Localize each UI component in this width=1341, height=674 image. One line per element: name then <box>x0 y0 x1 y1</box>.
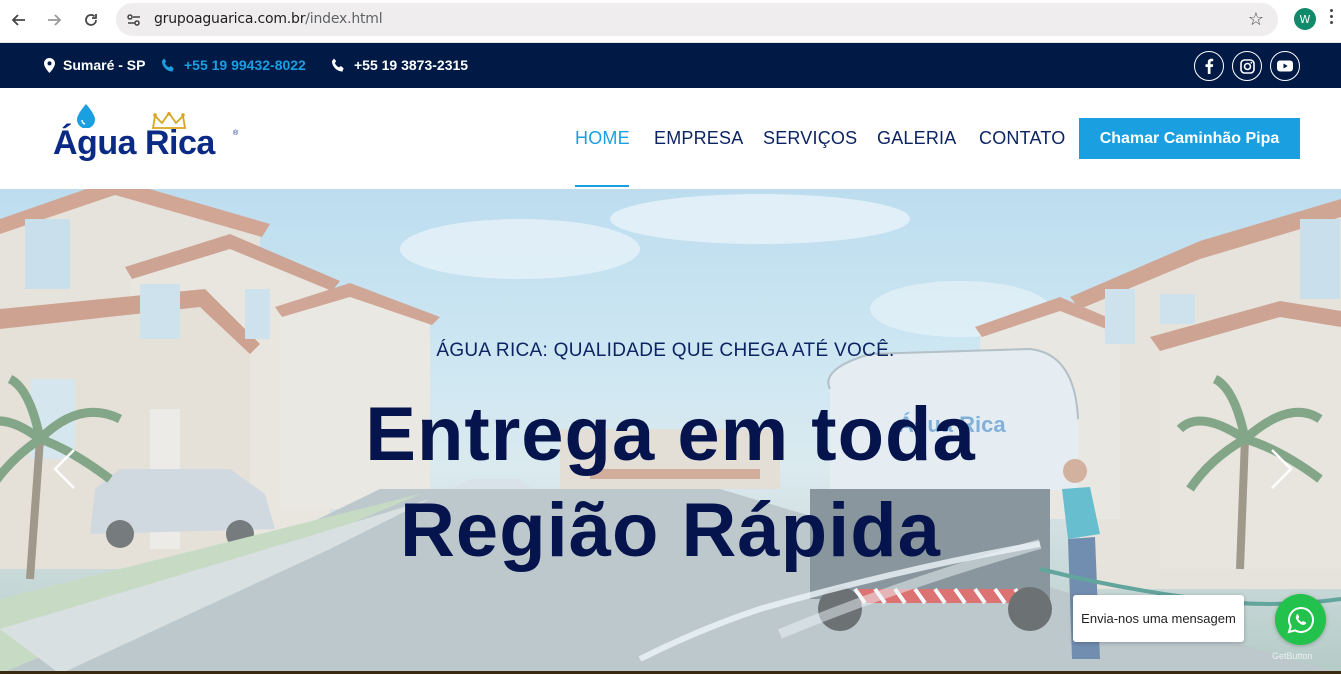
bookmark-star-icon[interactable]: ☆ <box>1248 9 1264 30</box>
url-text: grupoaguarica.com.br/index.html <box>154 11 383 27</box>
phone1-text: +55 19 99432-8022 <box>184 57 306 73</box>
map-pin-icon <box>44 57 55 73</box>
slider-prev-arrow-icon[interactable] <box>50 447 80 491</box>
nav-contato[interactable]: CONTATO <box>979 128 1065 149</box>
nav-home[interactable]: HOME <box>575 128 630 149</box>
call-truck-button[interactable]: Chamar Caminhão Pipa <box>1079 118 1300 159</box>
nav-servicos[interactable]: SERVIÇOS <box>763 128 857 149</box>
forward-icon[interactable] <box>41 7 67 33</box>
nav-galeria[interactable]: GALERIA <box>877 128 956 149</box>
active-nav-indicator <box>575 185 629 187</box>
phone-icon <box>161 58 174 72</box>
slider-next-arrow-icon[interactable] <box>1266 447 1296 491</box>
instagram-icon[interactable] <box>1232 51 1262 81</box>
whatsapp-button[interactable] <box>1275 594 1326 645</box>
youtube-icon[interactable] <box>1270 51 1300 81</box>
reload-icon[interactable] <box>78 7 104 33</box>
logo-registered-mark: ® <box>233 130 239 137</box>
url-domain: grupoaguarica.com.br <box>154 11 306 27</box>
location-info: Sumaré - SP <box>44 57 145 73</box>
location-text: Sumaré - SP <box>63 57 146 73</box>
whatsapp-credit[interactable]: GetButton <box>1272 651 1313 661</box>
site-info-icon[interactable] <box>125 11 143 29</box>
hero-title-line2: Região Rápida <box>400 488 941 573</box>
address-bar[interactable]: grupoaguarica.com.br/index.html ☆ <box>116 3 1278 36</box>
logo-text: Água Rica <box>53 124 215 162</box>
back-icon[interactable] <box>6 7 32 33</box>
phone-link-1[interactable]: +55 19 99432-8022 <box>161 57 306 73</box>
hero-title-line1: Entrega em toda <box>365 392 976 477</box>
site-header: Água Rica ® HOME EMPRESA SERVIÇOS GALERI… <box>0 88 1341 189</box>
phone2-text: +55 19 3873-2315 <box>354 57 469 73</box>
menu-icon[interactable] <box>1330 9 1334 29</box>
phone-icon <box>331 58 344 72</box>
profile-avatar[interactable]: W <box>1294 8 1316 30</box>
nav-empresa[interactable]: EMPRESA <box>654 128 743 149</box>
whatsapp-message-bubble[interactable]: Envia-nos uma mensagem <box>1073 595 1244 642</box>
hero-subtitle: ÁGUA RICA: QUALIDADE QUE CHEGA ATÉ VOCÊ. <box>436 340 895 361</box>
whatsapp-icon <box>1287 606 1314 633</box>
site-logo[interactable]: Água Rica ® <box>53 104 243 164</box>
facebook-icon[interactable] <box>1194 51 1224 81</box>
url-path: /index.html <box>305 11 383 27</box>
top-info-bar: Sumaré - SP +55 19 99432-8022 +55 19 387… <box>0 43 1341 88</box>
hero-title: Entrega em toda Região Rápida <box>0 387 1341 579</box>
phone-link-2[interactable]: +55 19 3873-2315 <box>331 57 468 73</box>
browser-toolbar: grupoaguarica.com.br/index.html ☆ W <box>0 0 1341 43</box>
